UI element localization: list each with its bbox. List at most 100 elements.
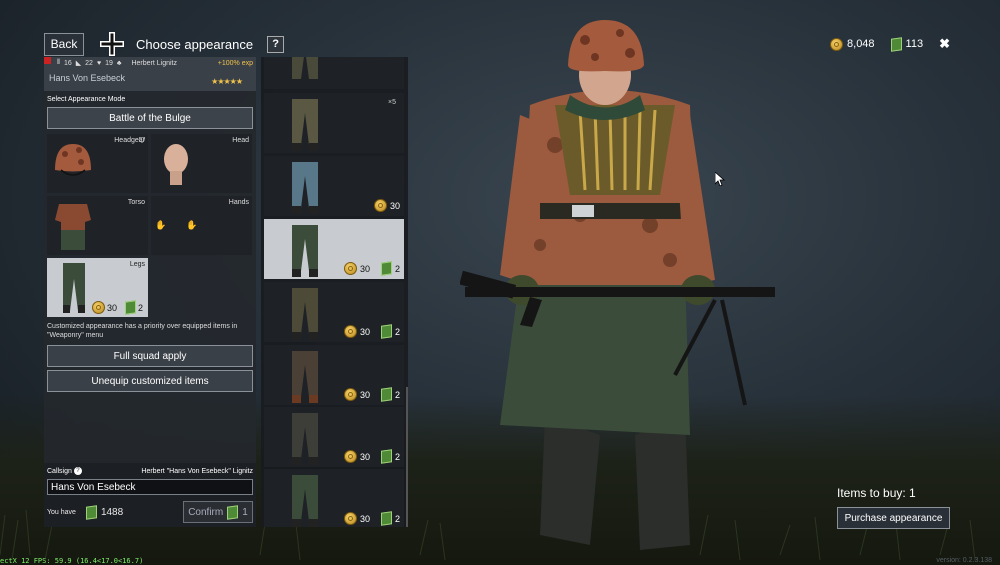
item-list[interactable]: ×5 30 30 2 30 2 30 2 30 2 30 2 xyxy=(261,57,408,527)
stat-one: 16 xyxy=(63,59,72,67)
boot-icon: ◣ xyxy=(75,60,82,67)
list-item[interactable]: 30 xyxy=(264,156,404,216)
price-ticket: 2 xyxy=(394,326,400,337)
pants-icon xyxy=(292,413,318,465)
stat-three: 19 xyxy=(105,59,113,67)
gold-coin-icon xyxy=(343,512,357,525)
gold-coin-icon xyxy=(373,199,387,212)
list-item-selected[interactable]: 30 2 xyxy=(264,219,404,279)
list-item[interactable]: 30 2 xyxy=(264,407,404,467)
appearance-slots: Headgear ⛉ Head Torso Hands ✋ ✋ Legs 30 … xyxy=(44,131,256,320)
ticket-icon xyxy=(380,324,392,339)
price-gold: 30 xyxy=(107,302,118,313)
slot-price: 30 2 xyxy=(92,300,143,315)
item-price: 30 2 xyxy=(343,324,400,339)
gold-coin-icon xyxy=(92,301,105,314)
soldier-stats: ⫴ 16 ◣ 22 ♥ 19 ♣ Herbert Lignitz +100% e… xyxy=(47,59,253,67)
slot-label: Torso xyxy=(127,199,145,206)
currency-bar: 8,048 113 ✖ xyxy=(830,36,950,52)
you-have-amount: 1488 xyxy=(100,506,124,518)
purchase-appearance-button[interactable]: Purchase appearance xyxy=(837,507,950,529)
rank-stars: ★★★★★ xyxy=(211,77,243,86)
slot-label: Legs xyxy=(129,261,145,268)
item-price: 30 2 xyxy=(343,387,400,402)
priority-note: Customized appearance has a priority ove… xyxy=(47,323,238,339)
confirm-label: Confirm xyxy=(188,506,224,518)
price-gold: 30 xyxy=(359,451,370,462)
slot-torso[interactable]: Torso xyxy=(47,196,148,255)
balance-row: You have 1488 Confirm 1 xyxy=(47,501,253,523)
ticket-amount: 113 xyxy=(905,38,924,50)
close-icon[interactable]: ✖ xyxy=(939,36,950,52)
callsign-label: Callsign xyxy=(47,467,72,475)
you-have-label: You have xyxy=(47,508,76,516)
slot-label: Hands xyxy=(228,199,249,206)
confirm-button[interactable]: Confirm 1 xyxy=(183,501,253,523)
pants-icon xyxy=(292,225,318,277)
page-title: Choose appearance xyxy=(136,36,254,52)
back-button[interactable]: Back xyxy=(44,32,84,56)
ticket-icon xyxy=(125,300,137,315)
items-to-buy: Items to buy: 1 xyxy=(837,486,916,500)
gold-amount: 8,048 xyxy=(847,38,875,50)
shield-icon: ⛉ xyxy=(139,136,145,145)
gold-coin-icon xyxy=(343,450,357,463)
price-ticket: 2 xyxy=(394,451,400,462)
price-ticket: 2 xyxy=(394,389,400,400)
confirm-count: 1 xyxy=(242,506,248,518)
help-button[interactable]: ? xyxy=(267,35,285,53)
soldier-header[interactable]: ⫴ 16 ◣ 22 ♥ 19 ♣ Herbert Lignitz +100% e… xyxy=(44,57,256,91)
item-count: ×5 xyxy=(388,99,396,106)
mode-label: Select Appearance Mode xyxy=(47,96,126,103)
list-item[interactable] xyxy=(264,57,404,89)
slot-head[interactable]: Head xyxy=(151,134,252,193)
stat-two: 22 xyxy=(85,59,93,67)
gloves-icon: ✋ ✋ xyxy=(155,220,198,230)
pants-icon xyxy=(63,263,85,313)
list-item[interactable]: ×5 xyxy=(264,93,404,153)
price-gold: 30 xyxy=(359,263,370,274)
callsign-row: Callsign ? Herbert "Hans Von Esebeck" Li… xyxy=(47,467,253,475)
price-ticket: 2 xyxy=(394,263,400,274)
heart-icon: ♥ xyxy=(96,59,102,67)
pants-icon xyxy=(292,475,318,527)
pants-icon xyxy=(292,351,318,403)
callsign-help-icon[interactable]: ? xyxy=(73,467,82,475)
price-ticket: 2 xyxy=(394,513,400,524)
ticket-icon xyxy=(380,449,392,464)
pants-icon xyxy=(292,288,318,340)
unequip-button[interactable]: Unequip customized items xyxy=(47,370,253,392)
appearance-mode-button[interactable]: Battle of the Bulge xyxy=(47,107,253,129)
top-bar: Back Choose appearance ? xyxy=(44,32,285,56)
full-squad-apply-button[interactable]: Full squad apply xyxy=(47,345,253,367)
callsign-input[interactable]: Hans Von Esebeck xyxy=(47,479,253,495)
list-item[interactable]: 30 2 xyxy=(264,469,404,527)
callsign-full-name: Herbert "Hans Von Esebeck" Lignitz xyxy=(141,467,253,475)
slot-label: Head xyxy=(232,137,249,144)
slot-hands[interactable]: Hands ✋ ✋ xyxy=(151,196,252,255)
helmet-icon xyxy=(55,144,91,176)
price-gold: 30 xyxy=(359,389,370,400)
price-gold: 30 xyxy=(359,513,370,524)
pants-icon xyxy=(292,162,318,214)
item-price: 30 2 xyxy=(343,449,400,464)
ticket-icon xyxy=(890,36,902,52)
slot-legs[interactable]: Legs 30 2 xyxy=(47,258,148,317)
fps-counter: ectX 12 FPS: 59.9 (16.4<17.0<16.7) xyxy=(0,557,144,565)
scrollbar[interactable] xyxy=(406,387,408,527)
list-item[interactable]: 30 2 xyxy=(264,345,404,405)
item-price: 30 xyxy=(373,199,400,212)
list-item[interactable]: 30 2 xyxy=(264,282,404,342)
mouse-cursor-icon xyxy=(715,172,725,186)
slot-headgear[interactable]: Headgear ⛉ xyxy=(47,134,148,193)
ticket-icon xyxy=(380,261,392,276)
gold-coin-icon xyxy=(830,37,844,51)
head-icon xyxy=(164,144,188,185)
flag-icon xyxy=(44,57,51,64)
callsign-area: Callsign ? Herbert "Hans Von Esebeck" Li… xyxy=(44,463,256,527)
soldier-model xyxy=(460,20,775,550)
commander-name: Herbert Lignitz xyxy=(131,59,178,67)
item-price: 30 2 xyxy=(343,511,400,526)
rifle-icon: ⫴ xyxy=(57,59,60,66)
gold-coin-icon xyxy=(343,325,357,338)
